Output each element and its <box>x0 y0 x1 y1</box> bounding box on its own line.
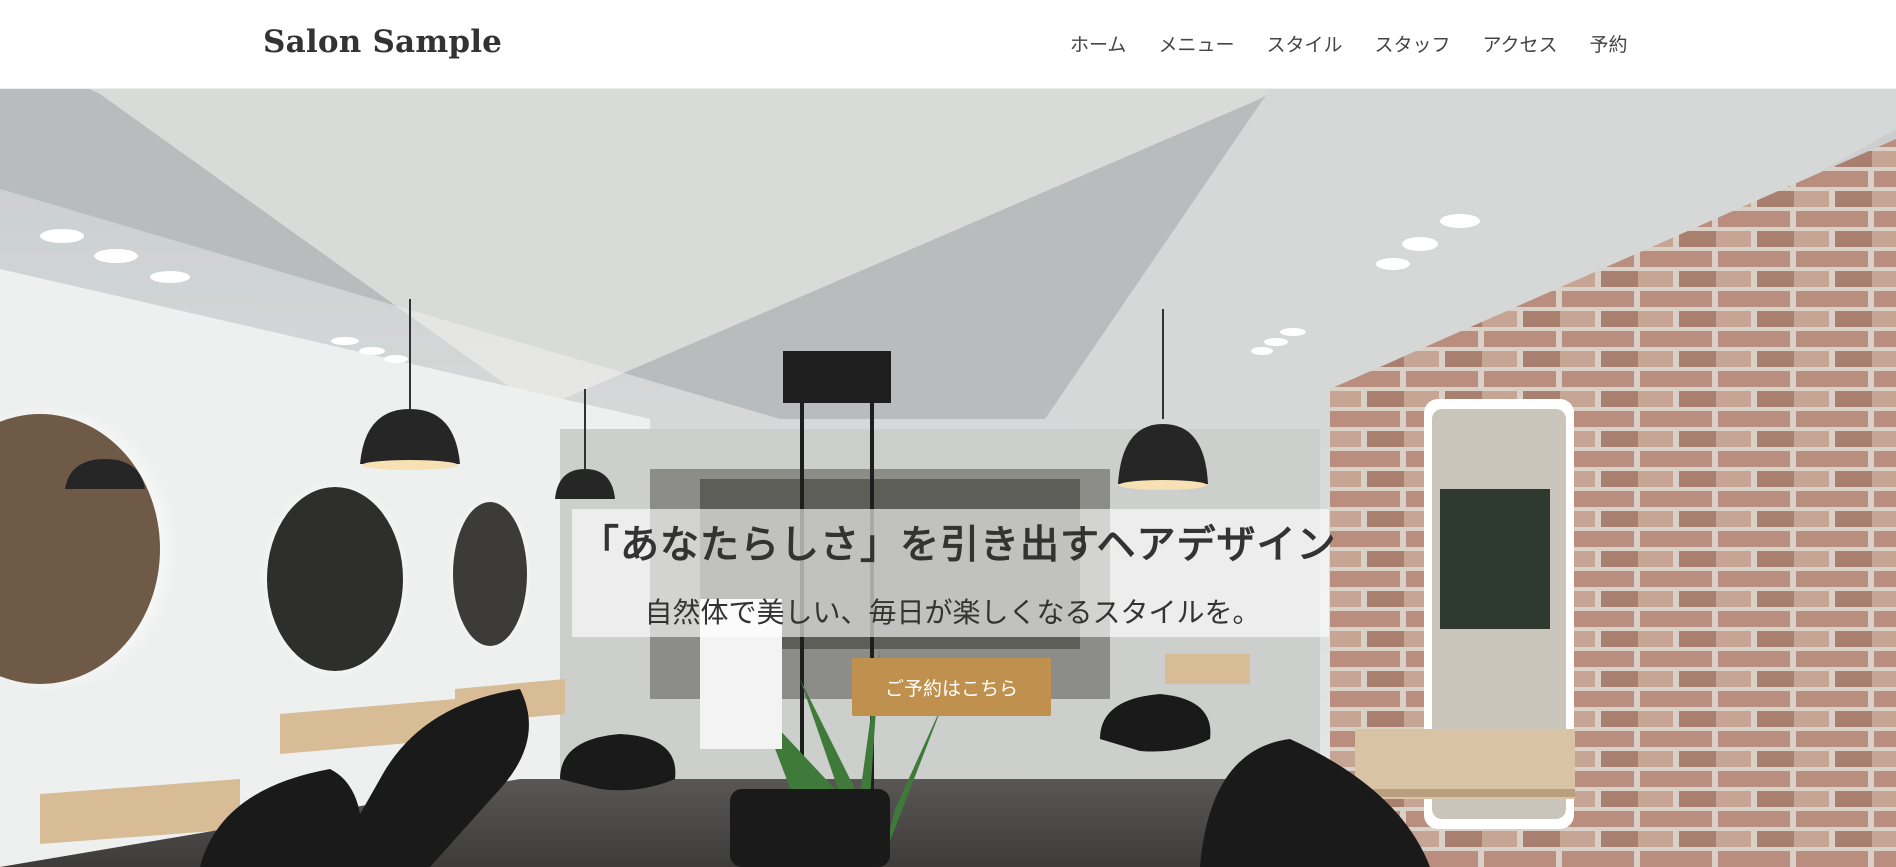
nav-item-menu[interactable]: メニュー <box>1158 30 1234 57</box>
nav-item-home[interactable]: ホーム <box>1070 30 1126 57</box>
reservation-button[interactable]: ご予約はこちら <box>852 658 1051 716</box>
nav-item-style[interactable]: スタイル <box>1266 30 1342 57</box>
site-logo[interactable]: Salon Sample <box>263 24 502 60</box>
hero-title: 「あなたらしさ」を引き出すヘアデザイン <box>580 522 1337 568</box>
hero-subtitle: 自然体で美しい、毎日が楽しくなるスタイルを。 <box>644 596 1261 629</box>
main-nav: ホーム メニュー スタイル スタッフ アクセス 予約 <box>1070 30 1628 57</box>
nav-item-staff[interactable]: スタッフ <box>1374 30 1450 57</box>
nav-item-access[interactable]: アクセス <box>1482 30 1557 57</box>
site-header: Salon Sample ホーム メニュー スタイル スタッフ アクセス 予約 <box>0 0 1896 89</box>
hero-section: 「あなたらしさ」を引き出すヘアデザイン 自然体で美しい、毎日が楽しくなるスタイル… <box>0 89 1896 867</box>
hero-salon-image <box>0 89 1896 867</box>
nav-item-reservation[interactable]: 予約 <box>1590 30 1628 57</box>
